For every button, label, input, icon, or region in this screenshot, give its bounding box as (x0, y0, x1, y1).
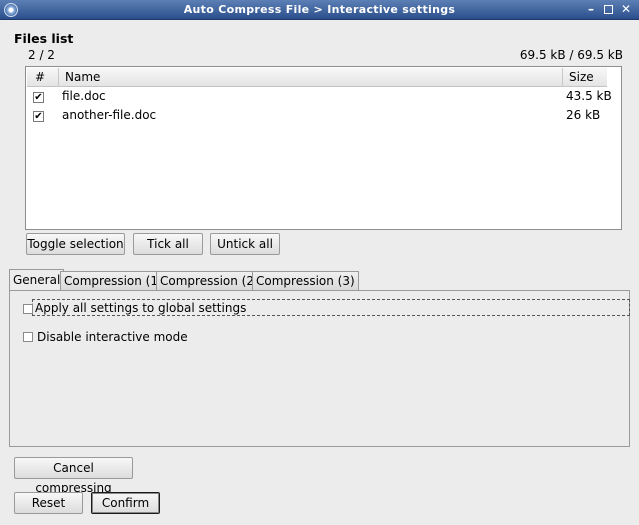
cancel-compressing-button[interactable]: Cancel compressing (14, 457, 133, 495)
tab-general[interactable]: General (9, 269, 65, 291)
tick-all-button[interactable]: Tick all (133, 233, 203, 255)
total-size: 69.5 kB / 69.5 kB (519, 48, 623, 62)
row-checkbox[interactable]: ✔ (33, 111, 44, 122)
tab-compression-3[interactable]: Compression (3) (252, 271, 359, 291)
confirm-button[interactable]: Confirm (91, 492, 160, 514)
column-header-name[interactable]: Name (59, 68, 563, 87)
general-tab-panel: Apply all settings to global settings Di… (9, 290, 630, 447)
files-list-title: Files list (14, 31, 74, 46)
minimize-icon[interactable]: – (584, 2, 598, 17)
table-header: # Name Size (27, 68, 607, 87)
table-row[interactable]: ✔ file.doc 43.5 kB (27, 87, 620, 106)
disable-interactive-label[interactable]: Disable interactive mode (37, 328, 188, 346)
reset-button[interactable]: Reset (14, 492, 83, 514)
apply-global-settings-checkbox[interactable] (23, 304, 33, 314)
column-header-size[interactable]: Size (563, 68, 609, 87)
table-row[interactable]: ✔ another-file.doc 26 kB (27, 106, 620, 125)
title-bar[interactable]: Auto Compress File > Interactive setting… (0, 0, 639, 20)
apply-global-settings-label[interactable]: Apply all settings to global settings (35, 299, 246, 317)
maximize-icon[interactable] (601, 2, 615, 17)
tab-compression-2[interactable]: Compression (2) (156, 271, 263, 291)
file-name: file.doc (62, 89, 106, 103)
untick-all-button[interactable]: Untick all (210, 233, 280, 255)
file-size: 43.5 kB (566, 89, 612, 103)
dialog-window: Auto Compress File > Interactive setting… (0, 0, 639, 525)
selected-count: 2 / 2 (28, 48, 55, 62)
files-table[interactable]: # Name Size ✔ file.doc 43.5 kB ✔ another… (25, 66, 622, 230)
row-checkbox[interactable]: ✔ (33, 92, 44, 103)
toggle-selection-button[interactable]: Toggle selection (26, 233, 125, 255)
close-icon[interactable]: ✕ (619, 2, 633, 17)
file-name: another-file.doc (62, 108, 157, 122)
tab-compression-1[interactable]: Compression (1) (60, 271, 167, 291)
apply-global-settings-option[interactable]: Apply all settings to global settings (23, 299, 630, 317)
file-size: 26 kB (566, 108, 601, 122)
disable-interactive-checkbox[interactable] (23, 332, 33, 342)
column-header-number[interactable]: # (27, 68, 59, 87)
window-title: Auto Compress File > Interactive setting… (183, 3, 456, 16)
